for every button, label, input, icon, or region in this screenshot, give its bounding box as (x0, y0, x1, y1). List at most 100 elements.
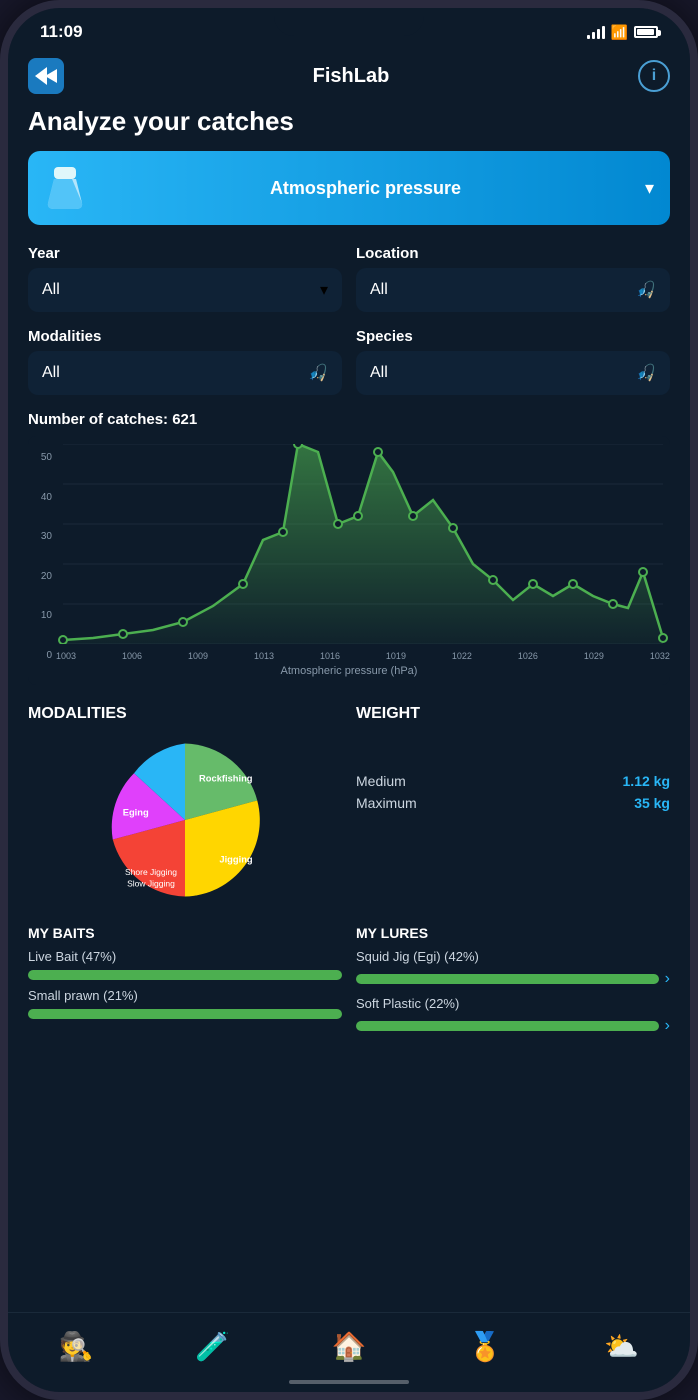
phone-frame: 11:09 📶 Fi (0, 0, 698, 1400)
species-icon: 🎣 (636, 363, 656, 383)
location-value: All (370, 281, 388, 299)
year-filter-col: Year All ▾ (28, 245, 342, 312)
x-tick-1032: 1032 (650, 651, 670, 661)
svg-text:Shore Jigging: Shore Jigging (125, 867, 177, 877)
profile-icon: 🕵️ (59, 1330, 94, 1363)
phone-screen: 11:09 📶 Fi (8, 8, 690, 1392)
nav-item-profile[interactable]: 🕵️ (59, 1330, 94, 1363)
y-tick-50: 50 (28, 452, 52, 463)
weight-section: WEIGHT Medium 1.12 kg Maximum 35 kg (356, 705, 670, 905)
x-axis: 1003 1006 1009 1013 1016 1019 1022 1026 … (56, 649, 670, 661)
page-title: Analyze your catches (28, 106, 670, 137)
chart-x-label: Atmospheric pressure (hPa) (28, 665, 670, 677)
location-icon: 🎣 (636, 280, 656, 300)
weather-icon: ⛅ (604, 1330, 639, 1363)
bait-item-1-label: Live Bait (47%) (28, 949, 342, 964)
flask-icon (44, 165, 86, 211)
lure-item-1-bar (356, 974, 659, 984)
y-axis: 50 40 30 20 10 0 (28, 444, 56, 661)
y-tick-30: 30 (28, 531, 52, 542)
year-dropdown-icon: ▾ (320, 280, 328, 300)
weight-section-title: WEIGHT (356, 705, 670, 723)
medium-value: 1.12 kg (623, 773, 670, 789)
nav-item-weather[interactable]: ⛅ (604, 1330, 639, 1363)
lures-title: MY LURES (356, 925, 670, 941)
pressure-label: Atmospheric pressure (100, 178, 631, 199)
location-label: Location (356, 245, 670, 262)
year-select[interactable]: All ▾ (28, 268, 342, 312)
bait-item-2-label: Small prawn (21%) (28, 988, 342, 1003)
weight-values: Medium 1.12 kg Maximum 35 kg (356, 773, 670, 811)
x-tick-1026: 1026 (518, 651, 538, 661)
signal-icon (587, 25, 605, 39)
catches-count: Number of catches: 621 (28, 411, 670, 428)
scroll-content[interactable]: Analyze your catches Atmospheric pressur… (8, 106, 690, 1392)
location-filter-col: Location All 🎣 (356, 245, 670, 312)
species-filter-col: Species All 🎣 (356, 328, 670, 395)
x-tick-1013: 1013 (254, 651, 274, 661)
pressure-dropdown-arrow[interactable]: ▾ (645, 178, 654, 199)
modalities-icon: 🎣 (308, 363, 328, 383)
y-tick-0: 0 (28, 650, 52, 661)
info-button[interactable]: i (638, 60, 670, 92)
wifi-icon: 📶 (611, 24, 628, 41)
year-value: All (42, 281, 60, 299)
chart-svg-wrapper: 1003 1006 1009 1013 1016 1019 1022 1026 … (56, 444, 670, 661)
status-icons: 📶 (587, 24, 658, 41)
battery-icon (634, 26, 658, 38)
nav-item-home[interactable]: 🏠 (332, 1330, 367, 1363)
medium-row: Medium 1.12 kg (356, 773, 670, 789)
modalities-filter-col: Modalities All 🎣 (28, 328, 342, 395)
baits-lures-row: MY BAITS Live Bait (47%) Small prawn (21… (28, 925, 670, 1043)
analyze-icon: 🧪 (195, 1330, 230, 1363)
svg-text:Jigging: Jigging (219, 855, 253, 865)
notch (274, 8, 424, 36)
nav-item-favorites[interactable]: 🏅 (468, 1330, 503, 1363)
x-tick-1029: 1029 (584, 651, 604, 661)
baits-section: MY BAITS Live Bait (47%) Small prawn (21… (28, 925, 342, 1043)
bait-item-1-bar (28, 970, 342, 980)
y-tick-10: 10 (28, 610, 52, 621)
modalities-label: Modalities (28, 328, 342, 345)
favorites-icon: 🏅 (468, 1330, 503, 1363)
modalities-section-title: MODALITIES (28, 705, 342, 723)
species-select[interactable]: All 🎣 (356, 351, 670, 395)
pie-chart-wrapper: Rockfishing Jigging Shore Jigging Slow J… (28, 735, 342, 905)
x-tick-1019: 1019 (386, 651, 406, 661)
app-title: FishLab (313, 65, 390, 88)
pie-chart-svg: Rockfishing Jigging Shore Jigging Slow J… (100, 735, 270, 905)
svg-text:Eging: Eging (123, 808, 149, 818)
location-select[interactable]: All 🎣 (356, 268, 670, 312)
line-chart-svg (56, 444, 670, 644)
baits-title: MY BAITS (28, 925, 342, 941)
y-tick-40: 40 (28, 492, 52, 503)
modalities-species-row: Modalities All 🎣 Species All 🎣 (28, 328, 670, 395)
x-tick-1022: 1022 (452, 651, 472, 661)
logo-icon (28, 58, 64, 94)
lure-item-1-bar-row: › (356, 970, 670, 988)
lure-item-1-arrow[interactable]: › (665, 970, 670, 988)
home-icon: 🏠 (332, 1330, 367, 1363)
bait-item-1-bar-row (28, 970, 342, 980)
home-indicator (289, 1380, 409, 1384)
maximum-row: Maximum 35 kg (356, 795, 670, 811)
species-label: Species (356, 328, 670, 345)
modalities-select[interactable]: All 🎣 (28, 351, 342, 395)
svg-text:Rockfishing: Rockfishing (199, 774, 253, 784)
svg-text:Slow Jigging: Slow Jigging (127, 878, 175, 888)
x-tick-1003: 1003 (56, 651, 76, 661)
x-tick-1016: 1016 (320, 651, 340, 661)
year-label: Year (28, 245, 342, 262)
lures-section: MY LURES Squid Jig (Egi) (42%) › Soft Pl… (356, 925, 670, 1043)
modalities-value: All (42, 364, 60, 382)
lure-item-2-arrow[interactable]: › (665, 1017, 670, 1035)
medium-label: Medium (356, 773, 406, 789)
maximum-label: Maximum (356, 795, 417, 811)
pressure-selector[interactable]: Atmospheric pressure ▾ (28, 151, 670, 225)
pressure-chart: 50 40 30 20 10 0 (28, 436, 670, 685)
x-tick-1006: 1006 (122, 651, 142, 661)
bait-item-2-bar (28, 1009, 342, 1019)
lure-item-2-bar (356, 1021, 659, 1031)
nav-item-analyze[interactable]: 🧪 (195, 1330, 230, 1363)
maximum-value: 35 kg (634, 795, 670, 811)
